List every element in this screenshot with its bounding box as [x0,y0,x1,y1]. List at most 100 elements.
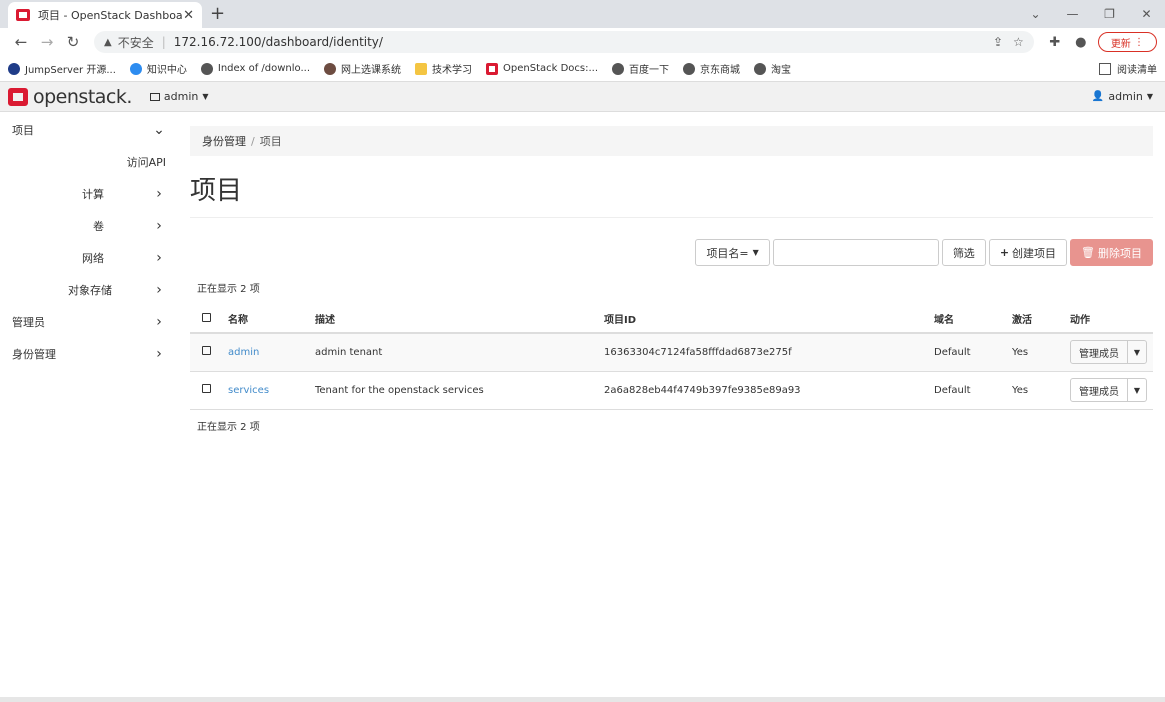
bookmark-label: 百度一下 [629,65,670,76]
sidebar-label: 访问API [126,156,166,169]
extensions-icon[interactable]: ✚ [1042,35,1068,50]
cell-id: 2a6a828eb44f4749b397fe9385e89a93 [604,371,934,410]
sidebar-item-admin[interactable]: 管理员 › [0,306,178,338]
reading-list[interactable]: 阅读清单 [1099,61,1157,76]
update-button[interactable]: 更新 ⋮ [1097,32,1157,52]
address-bar[interactable]: ▲ 不安全 | 172.16.72.100/dashboard/identity… [94,31,1034,53]
openstack-logo[interactable]: openstack. [8,86,132,108]
breadcrumb-current: 项目 [259,135,282,148]
sidebar-item-project[interactable]: 项目 ⌄ [0,114,178,146]
new-tab-icon[interactable]: + [210,3,225,24]
browser-toolbar: ← → ↻ ▲ 不安全 | 172.16.72.100/dashboard/id… [0,28,1165,56]
table-row: admin admin tenant 16363304c7124fa58fffd… [190,333,1153,372]
manage-members-button[interactable]: 管理成员 [1071,341,1128,364]
openstack-logo-icon [8,87,28,106]
row-checkbox[interactable] [202,384,211,393]
plus-icon: + [999,246,1010,259]
select-all-checkbox[interactable] [202,312,211,322]
header-enabled[interactable]: 激活 [1012,305,1070,334]
caret-down-icon: ▼ [202,92,209,101]
create-project-button[interactable]: + 创建项目 [988,239,1068,266]
manage-members-button[interactable]: 管理成员 [1071,379,1128,401]
openstack-icon [486,62,499,75]
header-domain[interactable]: 域名 [934,305,1012,334]
browser-tab[interactable]: 项目 - OpenStack Dashboard ✕ [8,2,202,28]
warning-icon: ▲ [104,36,112,48]
reload-icon[interactable]: ↻ [60,33,86,51]
sidebar-label: 对象存储 [68,284,112,297]
cell-name: services [228,371,315,410]
delete-projects-label: 删除项目 [1098,246,1142,260]
bookmark-label: 淘宝 [771,65,792,76]
chevron-right-icon: › [156,282,162,298]
filter-button[interactable]: 筛选 [941,239,986,266]
bookmark-item[interactable]: Index of /downlo... [200,62,310,75]
project-link[interactable]: services [228,385,269,396]
user-dropdown[interactable]: 👤 admin ▼ [1092,90,1153,103]
project-name: admin [163,90,199,103]
bookmark-item[interactable]: 淘宝 [754,61,791,76]
project-link[interactable]: admin [228,347,259,358]
trash-icon: 🗑 [1081,246,1095,259]
cell-desc: admin tenant [315,333,604,372]
filter-field-dropdown[interactable]: 项目名= ▼ [695,239,770,266]
item-count-top: 正在显示 2 项 [197,284,260,295]
bookmark-item[interactable]: 百度一下 [612,61,669,76]
sidebar-label: 卷 [93,220,104,233]
bookmark-item[interactable]: 技术学习 [415,61,472,76]
page-title: 项目 [190,170,1153,218]
breadcrumb-parent[interactable]: 身份管理 [202,133,246,149]
sidebar-item-object-store[interactable]: 对象存储 › [0,274,178,306]
jumpserver-icon [8,62,20,75]
cell-enabled: Yes [1012,371,1070,410]
project-dropdown[interactable]: admin ▼ [149,90,209,103]
header-name[interactable]: 名称 [228,305,315,334]
sidebar-item-network[interactable]: 网络 › [0,242,178,274]
row-checkbox[interactable] [202,346,211,356]
cell-domain: Default [934,333,1012,372]
header-desc[interactable]: 描述 [315,305,604,334]
bookmark-label: JumpServer 开源... [25,65,116,76]
back-icon[interactable]: ← [8,33,34,51]
reading-list-icon [1099,62,1111,75]
projects-table: 名称 描述 项目ID 域名 激活 动作 admin admin tenant 1… [190,305,1153,410]
sidebar-label: 网络 [82,252,104,265]
url-text[interactable]: 172.16.72.100/dashboard/identity/ [174,35,983,49]
close-tab-icon[interactable]: ✕ [183,8,194,23]
forward-icon[interactable]: → [34,33,60,51]
header-id[interactable]: 项目ID [604,305,934,334]
bookmark-item[interactable]: 京东商城 [683,61,740,76]
sidebar-item-compute[interactable]: 计算 › [0,178,178,210]
sidebar-item-access-api[interactable]: 访问API [0,146,178,178]
openstack-favicon-icon [16,9,30,21]
share-icon[interactable]: ⇪ [993,35,1003,49]
sidebar-item-identity[interactable]: 身份管理 › [0,338,178,370]
row-action-group: 管理成员 ▼ [1070,340,1147,365]
bookmark-star-icon[interactable]: ☆ [1013,35,1024,49]
tab-search-icon[interactable]: ⌄ [1017,7,1054,21]
close-window-icon[interactable]: ✕ [1128,7,1165,21]
globe-icon [612,62,625,75]
restore-icon[interactable]: ❐ [1091,7,1128,21]
sidebar-item-volumes[interactable]: 卷 › [0,210,178,242]
bookmark-label: 知识中心 [146,65,187,76]
bookmark-item[interactable]: 知识中心 [129,61,187,76]
delete-projects-button[interactable]: 🗑 删除项目 [1070,239,1153,266]
insecure-label: 不安全 [117,35,154,50]
bookmark-item[interactable]: OpenStack Docs:... [486,62,598,75]
filter-input[interactable] [772,239,939,266]
globe-icon [200,62,213,75]
bookmark-label: 网上选课系统 [341,65,402,76]
cell-actions: 管理成员 ▼ [1070,333,1153,372]
chevron-down-icon: ⌄ [153,122,165,138]
bookmark-item[interactable]: JumpServer 开源... [8,61,116,76]
select-all-cell [190,305,228,334]
minimize-icon[interactable]: — [1054,7,1091,21]
profile-icon[interactable]: ● [1068,35,1094,50]
row-actions-dropdown-icon[interactable]: ▼ [1128,341,1146,363]
bottom-scrollbar[interactable] [0,697,1165,702]
row-actions-dropdown-icon[interactable]: ▼ [1128,379,1146,401]
create-project-label: 创建项目 [1012,246,1057,260]
bookmark-item[interactable]: 网上选课系统 [324,61,401,76]
table-header-row: 名称 描述 项目ID 域名 激活 动作 [190,305,1153,334]
